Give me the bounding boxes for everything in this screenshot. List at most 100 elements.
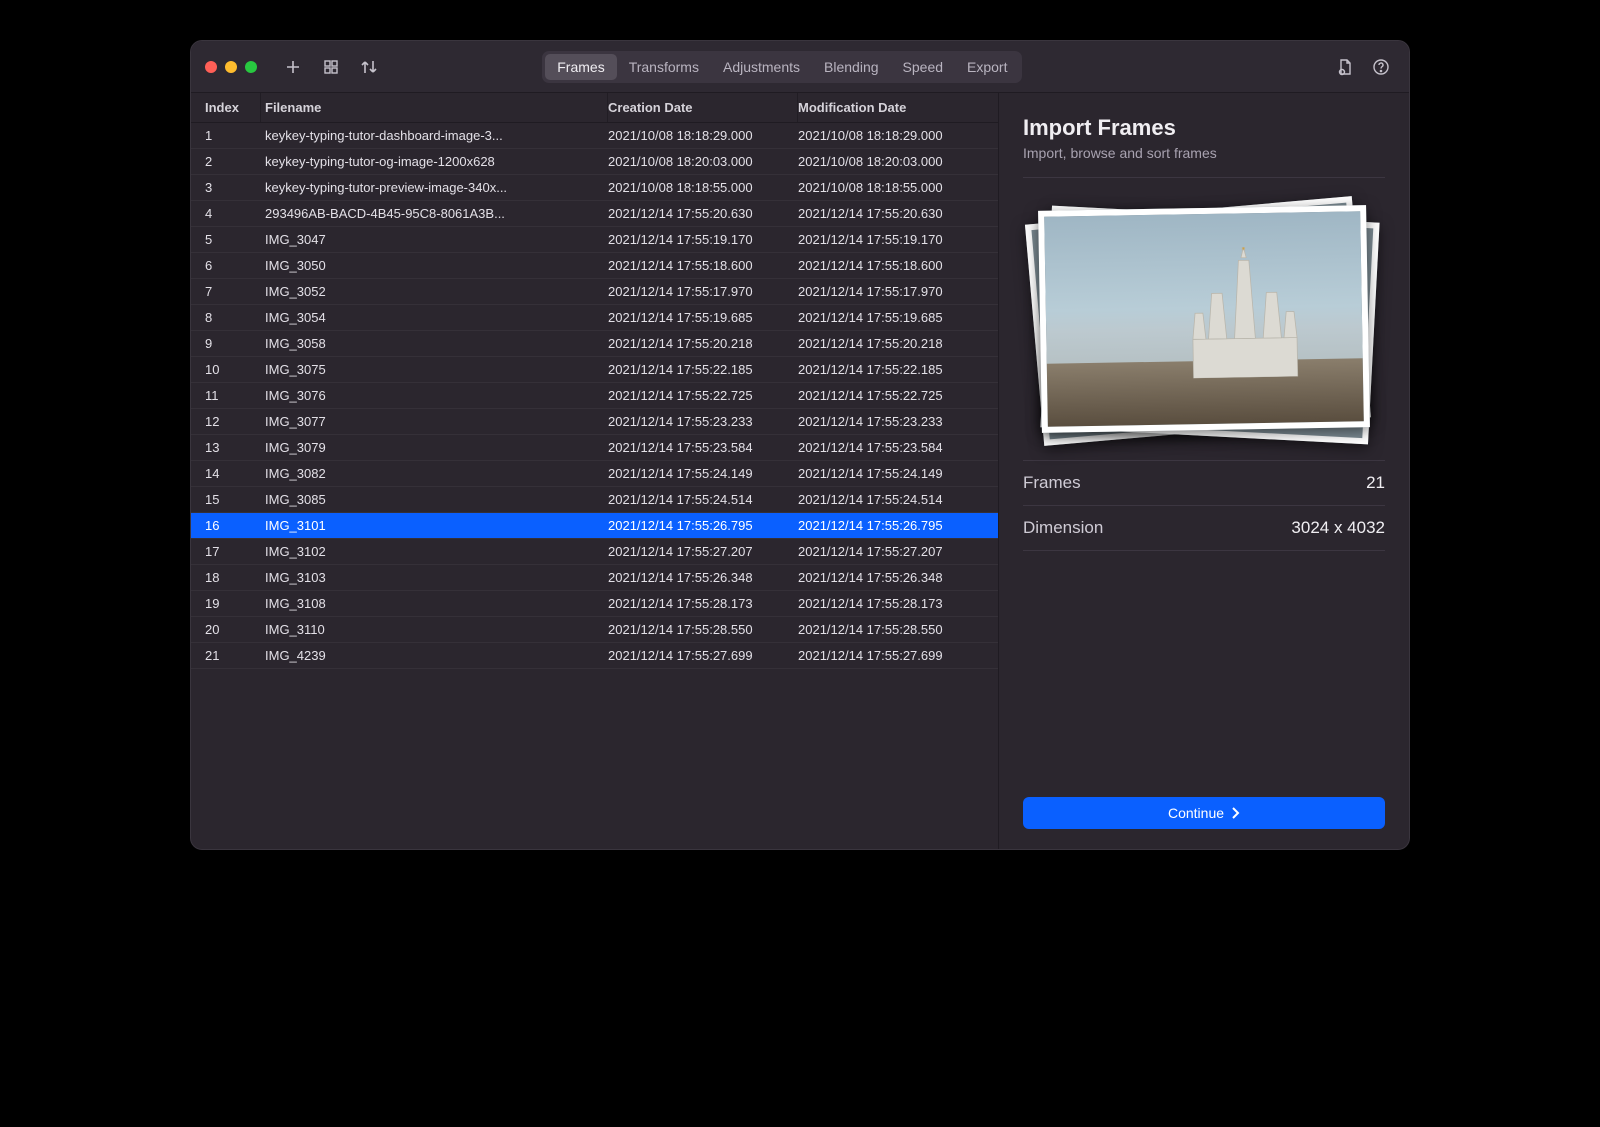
meta-block: Frames 21 Dimension 3024 x 4032	[1023, 460, 1385, 551]
table-row[interactable]: 13IMG_30792021/12/14 17:55:23.5842021/12…	[191, 435, 998, 461]
tab-blending[interactable]: Blending	[812, 54, 891, 80]
cell-modification-date: 2021/12/14 17:55:19.170	[798, 232, 998, 247]
table-row[interactable]: 7IMG_30522021/12/14 17:55:17.9702021/12/…	[191, 279, 998, 305]
grid-view-button[interactable]	[317, 53, 345, 81]
cell-creation-date: 2021/12/14 17:55:24.514	[608, 492, 798, 507]
cell-index: 10	[191, 362, 261, 377]
cell-index: 4	[191, 206, 261, 221]
cell-creation-date: 2021/12/14 17:55:22.185	[608, 362, 798, 377]
cell-index: 6	[191, 258, 261, 273]
table-row[interactable]: 14IMG_30822021/12/14 17:55:24.1492021/12…	[191, 461, 998, 487]
cell-filename: 293496AB-BACD-4B45-95C8-8061A3B...	[261, 206, 608, 221]
table-row[interactable]: 9IMG_30582021/12/14 17:55:20.2182021/12/…	[191, 331, 998, 357]
cell-modification-date: 2021/12/14 17:55:22.185	[798, 362, 998, 377]
table-row[interactable]: 8IMG_30542021/12/14 17:55:19.6852021/12/…	[191, 305, 998, 331]
cell-modification-date: 2021/10/08 18:18:55.000	[798, 180, 998, 195]
cell-modification-date: 2021/12/14 17:55:18.600	[798, 258, 998, 273]
help-icon	[1372, 58, 1390, 76]
cell-filename: IMG_4239	[261, 648, 608, 663]
cell-filename: keykey-typing-tutor-preview-image-340x..…	[261, 180, 608, 195]
cell-filename: IMG_3101	[261, 518, 608, 533]
cell-creation-date: 2021/12/14 17:55:26.795	[608, 518, 798, 533]
preview-thumbnail-stack	[1024, 198, 1384, 448]
table-row[interactable]: 3keykey-typing-tutor-preview-image-340x.…	[191, 175, 998, 201]
cell-filename: IMG_3082	[261, 466, 608, 481]
table-row[interactable]: 20IMG_31102021/12/14 17:55:28.5502021/12…	[191, 617, 998, 643]
cell-creation-date: 2021/12/14 17:55:23.233	[608, 414, 798, 429]
table-row[interactable]: 2keykey-typing-tutor-og-image-1200x62820…	[191, 149, 998, 175]
cell-filename: IMG_3085	[261, 492, 608, 507]
import-panel: Import Frames Import, browse and sort fr…	[999, 93, 1409, 849]
zoom-window-button[interactable]	[245, 61, 257, 73]
cell-creation-date: 2021/12/14 17:55:19.685	[608, 310, 798, 325]
cell-modification-date: 2021/12/14 17:55:17.970	[798, 284, 998, 299]
meta-frames-value: 21	[1366, 473, 1385, 493]
table-row[interactable]: 11IMG_30762021/12/14 17:55:22.7252021/12…	[191, 383, 998, 409]
cell-filename: IMG_3050	[261, 258, 608, 273]
continue-button[interactable]: Continue	[1023, 797, 1385, 829]
cell-index: 12	[191, 414, 261, 429]
cell-filename: IMG_3102	[261, 544, 608, 559]
cell-index: 18	[191, 570, 261, 585]
table-row[interactable]: 15IMG_30852021/12/14 17:55:24.5142021/12…	[191, 487, 998, 513]
cell-filename: IMG_3108	[261, 596, 608, 611]
tab-transforms[interactable]: Transforms	[617, 54, 711, 80]
table-row[interactable]: 5IMG_30472021/12/14 17:55:19.1702021/12/…	[191, 227, 998, 253]
cell-modification-date: 2021/12/14 17:55:23.584	[798, 440, 998, 455]
cathedral-icon	[1152, 245, 1338, 378]
cell-creation-date: 2021/12/14 17:55:28.173	[608, 596, 798, 611]
cell-creation-date: 2021/10/08 18:18:29.000	[608, 128, 798, 143]
cell-modification-date: 2021/12/14 17:55:19.685	[798, 310, 998, 325]
meta-dimension-label: Dimension	[1023, 518, 1103, 538]
cell-creation-date: 2021/12/14 17:55:24.149	[608, 466, 798, 481]
cell-modification-date: 2021/12/14 17:55:27.207	[798, 544, 998, 559]
plus-icon	[285, 59, 301, 75]
table-row[interactable]: 6IMG_30502021/12/14 17:55:18.6002021/12/…	[191, 253, 998, 279]
file-gear-icon	[1336, 58, 1354, 76]
cell-index: 9	[191, 336, 261, 351]
panel-subtitle: Import, browse and sort frames	[1023, 145, 1385, 161]
cell-index: 3	[191, 180, 261, 195]
cell-index: 15	[191, 492, 261, 507]
table-row[interactable]: 1keykey-typing-tutor-dashboard-image-3..…	[191, 123, 998, 149]
tab-speed[interactable]: Speed	[891, 54, 955, 80]
minimize-window-button[interactable]	[225, 61, 237, 73]
table-row[interactable]: 10IMG_30752021/12/14 17:55:22.1852021/12…	[191, 357, 998, 383]
cell-modification-date: 2021/10/08 18:20:03.000	[798, 154, 998, 169]
table-row[interactable]: 19IMG_31082021/12/14 17:55:28.1732021/12…	[191, 591, 998, 617]
cell-modification-date: 2021/12/14 17:55:26.795	[798, 518, 998, 533]
tab-export[interactable]: Export	[955, 54, 1019, 80]
cell-filename: IMG_3075	[261, 362, 608, 377]
add-button[interactable]	[279, 53, 307, 81]
cell-modification-date: 2021/10/08 18:18:29.000	[798, 128, 998, 143]
table-row[interactable]: 17IMG_31022021/12/14 17:55:27.2072021/12…	[191, 539, 998, 565]
tab-adjustments[interactable]: Adjustments	[711, 54, 812, 80]
header-modification-date[interactable]: Modification Date	[798, 93, 998, 122]
table-row[interactable]: 18IMG_31032021/12/14 17:55:26.3482021/12…	[191, 565, 998, 591]
sort-button[interactable]	[355, 53, 383, 81]
table-row[interactable]: 4293496AB-BACD-4B45-95C8-8061A3B...2021/…	[191, 201, 998, 227]
cell-index: 2	[191, 154, 261, 169]
help-button[interactable]	[1367, 53, 1395, 81]
cell-creation-date: 2021/12/14 17:55:20.630	[608, 206, 798, 221]
table-row[interactable]: 16IMG_31012021/12/14 17:55:26.7952021/12…	[191, 513, 998, 539]
tab-frames[interactable]: Frames	[545, 54, 616, 80]
cell-modification-date: 2021/12/14 17:55:27.699	[798, 648, 998, 663]
close-window-button[interactable]	[205, 61, 217, 73]
cell-filename: IMG_3110	[261, 622, 608, 637]
panel-title: Import Frames	[1023, 115, 1385, 141]
cell-index: 16	[191, 518, 261, 533]
header-filename[interactable]: Filename	[261, 93, 608, 122]
cell-index: 8	[191, 310, 261, 325]
header-creation-date[interactable]: Creation Date	[608, 93, 798, 122]
file-settings-button[interactable]	[1331, 53, 1359, 81]
grid-icon	[323, 59, 339, 75]
cell-modification-date: 2021/12/14 17:55:24.514	[798, 492, 998, 507]
cell-filename: IMG_3076	[261, 388, 608, 403]
chevron-right-icon	[1230, 807, 1240, 819]
cell-filename: IMG_3103	[261, 570, 608, 585]
table-row[interactable]: 21IMG_42392021/12/14 17:55:27.6992021/12…	[191, 643, 998, 669]
header-index[interactable]: Index	[191, 93, 261, 122]
cell-index: 14	[191, 466, 261, 481]
table-row[interactable]: 12IMG_30772021/12/14 17:55:23.2332021/12…	[191, 409, 998, 435]
